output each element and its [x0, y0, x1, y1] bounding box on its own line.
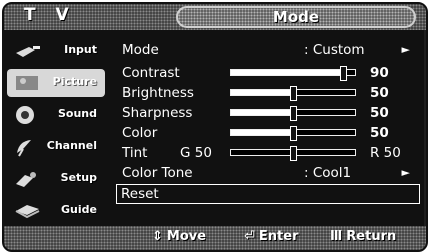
menu-row-brightness[interactable]: Brightness 50: [120, 83, 416, 103]
menu-title: Mode: [176, 6, 416, 28]
sidebar-item-sound[interactable]: Sound: [7, 101, 105, 129]
slider-knob[interactable]: [290, 146, 297, 161]
color-tone-label: Color Tone: [122, 165, 193, 181]
guide-icon: [15, 205, 40, 219]
sidebar-item-label: Sound: [57, 107, 97, 120]
slider-knob[interactable]: [290, 106, 297, 121]
menu-row-sharpness[interactable]: Sharpness 50: [120, 103, 416, 123]
slider-knob[interactable]: [290, 126, 297, 141]
color-value: 50: [370, 125, 389, 141]
sidebar-item-label: Input: [64, 43, 97, 56]
sidebar-item-label: Channel: [46, 139, 97, 152]
sharpness-label: Sharpness: [122, 105, 193, 121]
mode-value: : Custom: [304, 42, 365, 58]
menu-row-reset[interactable]: Reset: [116, 184, 420, 204]
color-slider[interactable]: [230, 126, 356, 141]
sharpness-slider[interactable]: [230, 106, 356, 121]
footer-hint-bar: ⇕ Move ⏎ Enter Ⅲ Return: [4, 226, 426, 250]
arrow-right-icon: ►: [401, 43, 410, 56]
footer-enter-label: Enter: [258, 229, 299, 244]
tint-label: Tint: [122, 145, 148, 161]
setup-icon: [16, 172, 36, 187]
picture-icon: [16, 76, 38, 90]
contrast-value: 90: [370, 65, 389, 81]
sidebar-item-guide[interactable]: Guide: [7, 197, 105, 225]
footer-enter: ⏎ Enter: [244, 229, 298, 244]
speaker-icon: [16, 106, 34, 124]
sidebar-item-picture[interactable]: Picture: [7, 69, 105, 97]
sharpness-value: 50: [370, 105, 389, 121]
color-tone-value: : Cool1: [304, 165, 352, 181]
menu-row-color[interactable]: Color 50: [120, 123, 416, 143]
tint-red-value: R 50: [370, 145, 401, 161]
arrow-right-icon: ►: [401, 166, 410, 179]
picture-menu-panel: Mode : Custom ► Contrast 90 Brightness 5…: [108, 30, 424, 226]
sidebar-item-channel[interactable]: Channel: [7, 133, 105, 161]
enter-icon: ⏎: [244, 229, 255, 244]
input-plug-icon: [16, 46, 40, 57]
footer-return-label: Return: [346, 229, 397, 244]
tv-label: T V: [24, 5, 76, 25]
slider-knob[interactable]: [339, 66, 347, 81]
menu-row-tint[interactable]: Tint G 50 R 50: [120, 143, 416, 163]
color-label: Color: [122, 125, 158, 141]
brightness-label: Brightness: [122, 85, 194, 101]
contrast-slider[interactable]: [230, 66, 356, 81]
menu-row-mode[interactable]: Mode : Custom ►: [120, 40, 416, 60]
move-updown-icon: ⇕: [152, 229, 163, 244]
title-bar: T V Mode: [4, 4, 426, 30]
footer-move-label: Move: [166, 229, 207, 244]
tv-osd-screen: T V Mode Input Picture Sound Channel Set…: [2, 2, 428, 252]
sidebar-item-label: Guide: [61, 203, 97, 216]
sidebar: Input Picture Sound Channel Setup Guide: [4, 30, 108, 226]
menu-row-color-tone[interactable]: Color Tone : Cool1 ►: [120, 163, 416, 183]
slider-knob[interactable]: [290, 86, 297, 101]
sidebar-item-label: Picture: [52, 75, 97, 88]
footer-return: Ⅲ Return: [330, 229, 396, 244]
brightness-value: 50: [370, 85, 389, 101]
sidebar-item-setup[interactable]: Setup: [7, 165, 105, 193]
sidebar-item-input[interactable]: Input: [7, 37, 105, 65]
brightness-slider[interactable]: [230, 86, 356, 101]
return-icon: Ⅲ: [330, 229, 343, 244]
satellite-dish-icon: [17, 140, 31, 157]
mode-label: Mode: [122, 42, 159, 58]
footer-move: ⇕ Move: [152, 229, 206, 244]
tint-slider[interactable]: [230, 146, 356, 161]
menu-row-contrast[interactable]: Contrast 90: [120, 63, 416, 83]
tint-green-value: G 50: [180, 145, 212, 161]
contrast-label: Contrast: [122, 65, 180, 81]
reset-label: Reset: [121, 186, 159, 202]
sidebar-item-label: Setup: [60, 171, 97, 184]
